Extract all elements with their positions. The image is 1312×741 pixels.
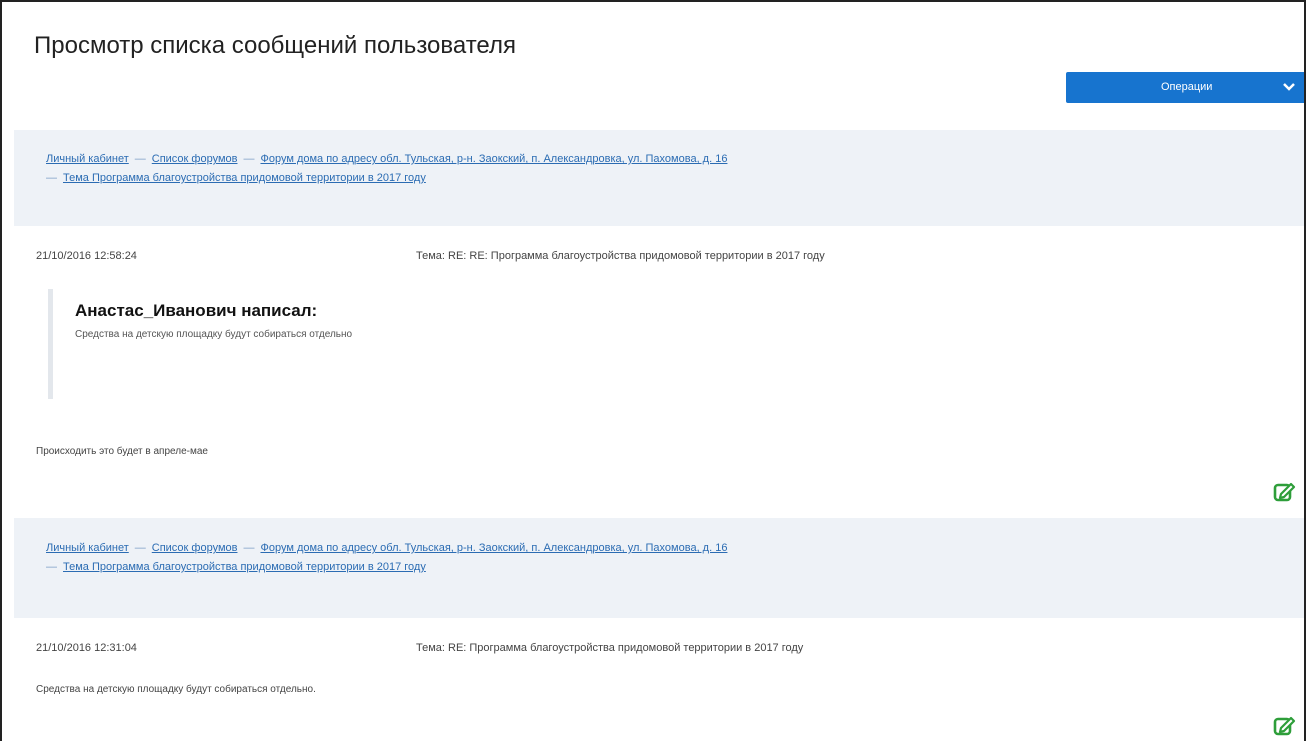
message-subject: Тема: RE: RE: Программа благоустройства …	[416, 250, 825, 262]
breadcrumb-link-topic[interactable]: Тема Программа благоустройства придомово…	[63, 172, 426, 184]
page-title: Просмотр списка сообщений пользователя	[34, 32, 516, 59]
messages-page: Просмотр списка сообщений пользователя О…	[0, 0, 1306, 741]
breadcrumb-separator: —	[46, 172, 57, 184]
breadcrumb: Личный кабинет — Список форумов — Форум дома…	[46, 150, 1046, 188]
edit-icon[interactable]	[1272, 714, 1296, 738]
breadcrumb-link-cabinet[interactable]: Личный кабинет	[46, 153, 129, 165]
breadcrumb-separator: —	[134, 542, 146, 554]
breadcrumb: Личный кабинет — Список форумов — Форум дома…	[46, 539, 1046, 577]
breadcrumb-link-forum[interactable]: Форум дома по адресу обл. Тульская, р-н.…	[260, 542, 727, 554]
message-body: Средства на детскую площадку будут собир…	[36, 684, 316, 695]
breadcrumb-link-forum[interactable]: Форум дома по адресу обл. Тульская, р-н.…	[260, 153, 727, 165]
message-date: 21/10/2016 12:58:24	[36, 250, 137, 262]
operations-label: Операции	[1161, 81, 1213, 93]
message-date: 21/10/2016 12:31:04	[36, 642, 137, 654]
edit-icon[interactable]	[1272, 480, 1296, 504]
breadcrumb-separator: —	[46, 561, 57, 573]
quote-author: Анастас_Иванович написал:	[75, 301, 318, 320]
chevron-down-icon	[1283, 83, 1295, 91]
breadcrumb-link-cabinet[interactable]: Личный кабинет	[46, 542, 129, 554]
breadcrumb-link-topic[interactable]: Тема Программа благоустройства придомово…	[63, 561, 426, 573]
message-subject: Тема: RE: Программа благоустройства прид…	[416, 642, 804, 654]
message-body: Происходить это будет в апреле-мае	[36, 446, 208, 457]
breadcrumb-link-forums[interactable]: Список форумов	[152, 542, 238, 554]
breadcrumb-separator: —	[243, 542, 255, 554]
operations-dropdown-button[interactable]: Операции	[1066, 72, 1304, 103]
breadcrumb-separator: —	[134, 153, 146, 165]
quoted-message: Анастас_Иванович написал: Средства на де…	[48, 289, 1293, 399]
breadcrumb-link-forums[interactable]: Список форумов	[152, 153, 238, 165]
breadcrumb-separator: —	[243, 153, 255, 165]
quote-text: Средства на детскую площадку будут собир…	[75, 329, 353, 340]
